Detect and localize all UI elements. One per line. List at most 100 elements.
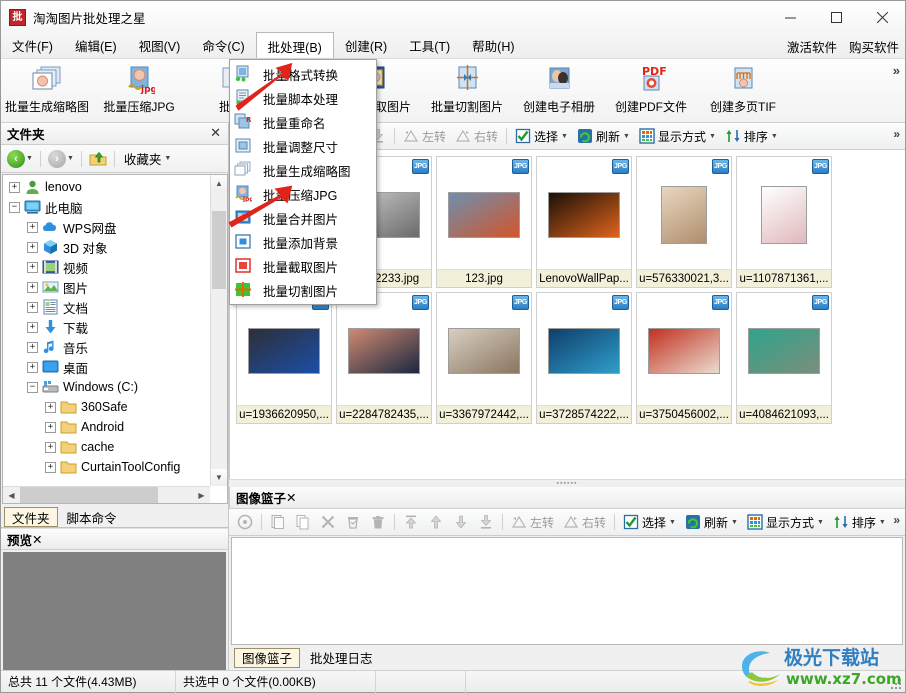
rotate-right-button[interactable]: 右转 — [451, 126, 502, 147]
tree-item-n8[interactable]: +音乐 — [3, 337, 210, 357]
basket-view-mode-button[interactable]: 显示方式▼ — [743, 512, 828, 533]
expand-icon[interactable]: + — [27, 322, 38, 333]
expand-icon[interactable]: + — [45, 462, 56, 473]
menu-edit[interactable]: 编辑(E) — [64, 33, 128, 58]
menu-create[interactable]: 创建(R) — [334, 33, 398, 58]
tree-item-n4[interactable]: +视频 — [3, 257, 210, 277]
basket-copy-button[interactable] — [291, 512, 315, 532]
basket-sort-button[interactable]: 排序▼ — [829, 512, 890, 533]
collapse-icon[interactable]: − — [9, 202, 20, 213]
chevron-down-icon[interactable]: ▼ — [623, 133, 630, 140]
menu-item-batch-resize[interactable]: 批量调整尺寸 — [230, 134, 376, 158]
tree-item-n7[interactable]: +下载 — [3, 317, 210, 337]
scroll-thumb[interactable] — [212, 211, 226, 289]
thumbnail-item[interactable]: JPGu=4084621093,... — [736, 292, 832, 424]
chevron-down-icon[interactable]: ▼ — [709, 133, 716, 140]
menu-item-batch-split-images[interactable]: 批量切割图片 — [230, 278, 376, 302]
basket-move-up-button[interactable] — [424, 512, 448, 532]
toolbar-overflow-chevron[interactable]: » — [893, 513, 900, 527]
batch-dropdown-menu[interactable]: 批量格式转换批量脚本处理R批量重命名批量调整尺寸批量生成缩略图jpg批量压缩JP… — [229, 59, 377, 305]
buy-software-link[interactable]: 购买软件 — [849, 37, 899, 56]
ribbon-batch-split[interactable]: 批量切割图片 — [421, 59, 513, 121]
chevron-down-icon[interactable]: ▼ — [561, 133, 568, 140]
menu-item-batch-add-background[interactable]: 批量添加背景 — [230, 230, 376, 254]
expand-icon[interactable]: + — [45, 402, 56, 413]
basket-rotate-right-button[interactable]: 右转 — [559, 512, 610, 533]
expand-icon[interactable]: + — [27, 282, 38, 293]
expand-icon[interactable]: + — [45, 442, 56, 453]
thumbnail-item[interactable]: JPGu=3367972442,... — [436, 292, 532, 424]
select-button[interactable]: 选择▼ — [511, 126, 572, 147]
tree-item-3D[interactable]: +3D 对象 — [3, 237, 210, 257]
thumbnail-item[interactable]: JPGu=1936620950,... — [236, 292, 332, 424]
tab-folders[interactable]: 文件夹 — [4, 507, 58, 527]
basket-copy-to-button[interactable] — [266, 512, 290, 532]
ribbon-create-tif[interactable]: 创建多页TIF — [697, 59, 789, 121]
basket-delete-button[interactable] — [366, 512, 390, 532]
expand-icon[interactable]: + — [27, 362, 38, 373]
basket-add-button[interactable] — [233, 512, 257, 532]
tree-item-n5[interactable]: +图片 — [3, 277, 210, 297]
expand-icon[interactable]: + — [27, 262, 38, 273]
menu-item-batch-thumbnail[interactable]: 批量生成缩略图 — [230, 158, 376, 182]
close-button[interactable] — [859, 1, 905, 33]
collapse-icon[interactable]: − — [27, 382, 38, 393]
ribbon-create-album[interactable]: 创建电子相册 — [513, 59, 605, 121]
ribbon-batch-thumbnail[interactable]: 批量生成缩略图 — [1, 59, 93, 121]
thumbnail-item[interactable]: JPGu=3728574222,... — [536, 292, 632, 424]
scroll-right-arrow-icon[interactable]: ▶ — [193, 487, 210, 503]
expand-icon[interactable]: + — [45, 422, 56, 433]
scroll-left-arrow-icon[interactable]: ◀ — [3, 487, 20, 503]
menu-item-batch-rename[interactable]: R批量重命名 — [230, 110, 376, 134]
activate-software-link[interactable]: 激活软件 — [787, 37, 837, 56]
refresh-button[interactable]: 刷新▼ — [573, 126, 634, 147]
tree-item-n9[interactable]: +桌面 — [3, 357, 210, 377]
scroll-thumb[interactable] — [20, 487, 158, 503]
folder-tree[interactable]: +lenovo−此电脑+WPS网盘+3D 对象+视频+图片+文档+下载+音乐+桌… — [2, 174, 228, 504]
menu-batch[interactable]: 批处理(B) — [256, 32, 334, 58]
menu-item-batch-format-convert[interactable]: 批量格式转换 — [230, 62, 376, 86]
tree-item-Android[interactable]: +Android — [3, 417, 210, 437]
tree-item-CurtainToolConfig[interactable]: +CurtainToolConfig — [3, 457, 210, 477]
tree-item-n6[interactable]: +文档 — [3, 297, 210, 317]
basket-move-top-button[interactable] — [399, 512, 423, 532]
ribbon-create-pdf[interactable]: PDF 创建PDF文件 — [605, 59, 697, 121]
scroll-up-arrow-icon[interactable]: ▲ — [211, 175, 227, 192]
folder-tree-hscrollbar[interactable]: ◀ ▶ — [3, 486, 210, 503]
nav-up-button[interactable] — [87, 149, 109, 168]
tree-item-360Safe[interactable]: +360Safe — [3, 397, 210, 417]
ribbon-batch-compress-jpg[interactable]: jpg 批量压缩JPG — [93, 59, 185, 121]
rotate-left-button[interactable]: 左转 — [399, 126, 450, 147]
expand-icon[interactable]: + — [27, 242, 38, 253]
menu-item-batch-script-process[interactable]: 批量脚本处理 — [230, 86, 376, 110]
thumbnail-item[interactable]: JPGu=1107871361,... — [736, 156, 832, 288]
maximize-button[interactable] — [813, 1, 859, 33]
tree-item-n1[interactable]: −此电脑 — [3, 197, 210, 217]
basket-move-bottom-button[interactable] — [474, 512, 498, 532]
menu-item-batch-crop-images[interactable]: 批量截取图片 — [230, 254, 376, 278]
chevron-down-icon[interactable]: ▼ — [731, 519, 738, 526]
nav-back-button[interactable]: ‹ ▼ — [5, 149, 35, 169]
preview-panel-close-icon[interactable]: ✕ — [32, 532, 42, 547]
tree-item-WindowsC[interactable]: −Windows (C:) — [3, 377, 210, 397]
expand-icon[interactable]: + — [27, 342, 38, 353]
thumbnail-item[interactable]: JPGu=2284782435,... — [336, 292, 432, 424]
chevron-down-icon[interactable]: ▼ — [817, 519, 824, 526]
basket-remove-button[interactable] — [316, 512, 340, 532]
menu-file[interactable]: 文件(F) — [1, 33, 64, 58]
expand-icon[interactable]: + — [27, 222, 38, 233]
scroll-down-arrow-icon[interactable]: ▼ — [211, 469, 227, 486]
basket-close-icon[interactable]: ✕ — [286, 490, 296, 505]
menu-command[interactable]: 命令(C) — [191, 33, 255, 58]
basket-clear-button[interactable] — [341, 512, 365, 532]
expand-icon[interactable]: + — [9, 182, 20, 193]
sort-button[interactable]: 排序▼ — [721, 126, 782, 147]
expand-icon[interactable]: + — [27, 302, 38, 313]
tab-image-basket[interactable]: 图像篮子 — [234, 648, 300, 668]
menu-view[interactable]: 视图(V) — [128, 33, 192, 58]
basket-rotate-left-button[interactable]: 左转 — [507, 512, 558, 533]
nav-forward-button[interactable]: › ▼ — [46, 149, 76, 169]
folder-tree-vscrollbar[interactable]: ▲ ▼ — [210, 175, 227, 486]
chevron-down-icon[interactable]: ▼ — [879, 519, 886, 526]
thumbnail-item[interactable]: JPGu=576330021,3... — [636, 156, 732, 288]
